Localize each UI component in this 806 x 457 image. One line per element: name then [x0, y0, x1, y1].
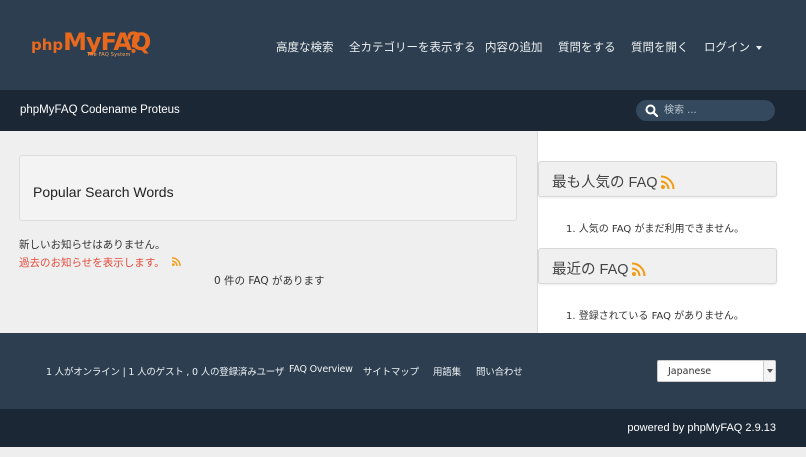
powered-by-text[interactable]: powered by phpMyFAQ 2.9.13: [627, 422, 776, 434]
site-brand-link[interactable]: phpMyFAQ Codename Proteus: [20, 104, 180, 116]
logo-php-text: php: [31, 36, 64, 54]
language-select-value: Japanese: [668, 366, 712, 377]
nav-advanced-search[interactable]: 高度な検索: [276, 39, 334, 55]
popular-faq-header: 最も人気の FAQ: [538, 161, 777, 197]
latest-faq-title-wrap: 最近の FAQ: [552, 258, 646, 279]
nav-ask-question[interactable]: 質問をする: [558, 39, 616, 55]
search-input[interactable]: [664, 102, 768, 119]
online-users-text: 1 人がオンライン | 1 人のゲスト , 0 人の登録済みユーザ: [46, 367, 285, 378]
main-content: Popular Search Words 新しいお知らせはありません。 過去のお…: [0, 131, 537, 333]
footer: 1 人がオンライン | 1 人のゲスト , 0 人の登録済みユーザ FAQ Ov…: [0, 333, 806, 409]
sidebar: 最も人気の FAQ 1. 人気の FAQ がまだ利用できません。 最近の FAQ…: [537, 131, 806, 333]
popular-faq-item: 1. 人気の FAQ がまだ利用できません。: [566, 224, 745, 235]
top-navbar: phpMyFAQ The FAQ System 高度な検索 全カテゴリーを表示す…: [0, 0, 806, 90]
nav-open-questions[interactable]: 質問を開く: [631, 39, 689, 55]
chevron-down-icon[interactable]: [763, 361, 775, 381]
nav-login-dropdown[interactable]: ログイン: [704, 39, 762, 55]
nav-all-categories[interactable]: 全カテゴリーを表示する: [349, 39, 476, 55]
language-select[interactable]: Japanese: [657, 360, 776, 382]
nav-add-content[interactable]: 内容の追加: [485, 39, 543, 55]
popular-faq-title: 最も人気の FAQ: [552, 175, 658, 191]
rss-icon[interactable]: [172, 257, 181, 266]
search-icon[interactable]: [645, 104, 658, 117]
phpmyfaq-logo[interactable]: phpMyFAQ The FAQ System: [31, 28, 151, 62]
nav-login-label: ログイン: [704, 40, 750, 54]
footer-sitemap-link[interactable]: サイトマップ: [363, 364, 419, 378]
page-bottom-strip: [0, 447, 806, 457]
powered-by-bar: powered by phpMyFAQ 2.9.13: [0, 409, 806, 447]
no-news-text: 新しいお知らせはありません。: [19, 239, 166, 251]
latest-faq-header: 最近の FAQ: [538, 248, 777, 284]
logo-tagline: The FAQ System: [87, 52, 131, 58]
panel-title: Popular Search Words: [33, 184, 174, 200]
popular-search-words-panel: Popular Search Words: [19, 155, 517, 221]
caret-down-icon: [756, 45, 762, 50]
main-menu: 高度な検索 全カテゴリーを表示する 内容の追加 質問をする 質問を開く ログイン: [276, 39, 806, 57]
latest-faq-item: 1. 登録されている FAQ がありません。: [566, 311, 744, 322]
secondary-bar: phpMyFAQ Codename Proteus: [0, 90, 806, 131]
rss-icon[interactable]: [660, 175, 675, 189]
rss-icon[interactable]: [631, 262, 646, 276]
latest-faq-title: 最近の FAQ: [552, 262, 629, 278]
search-box: [636, 100, 775, 121]
footer-contact-link[interactable]: 問い合わせ: [476, 364, 523, 378]
popular-faq-title-wrap: 最も人気の FAQ: [552, 171, 675, 192]
footer-faq-overview-link[interactable]: FAQ Overview: [289, 364, 353, 375]
faq-count-text: 0 件の FAQ があります: [214, 275, 325, 287]
news-archive-link[interactable]: 過去のお知らせを表示します。: [19, 255, 165, 270]
footer-glossary-link[interactable]: 用語集: [433, 364, 461, 378]
